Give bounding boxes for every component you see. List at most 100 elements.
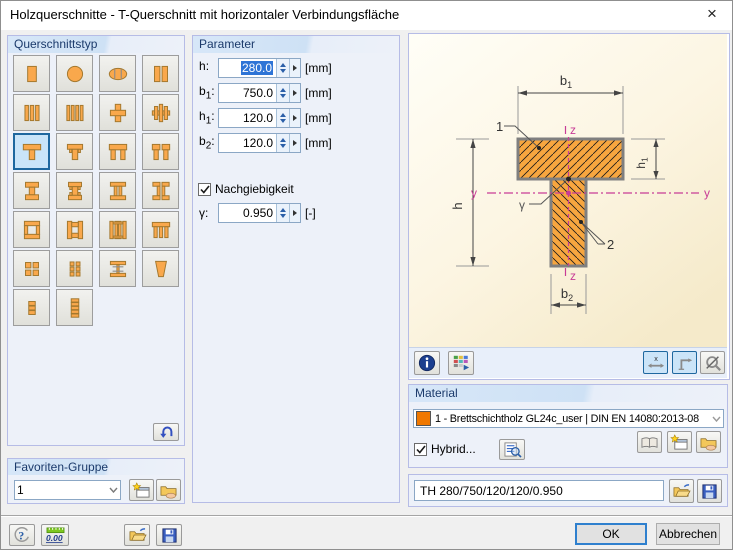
open-dialog-settings-button[interactable] — [124, 524, 150, 546]
parameter-row-b2: b2: 120.0 [mm] — [199, 133, 332, 153]
b2-unit: [mm] — [305, 136, 332, 150]
section-type-button[interactable] — [56, 133, 93, 170]
quad-plank-section-icon — [65, 104, 84, 121]
b1-input[interactable]: 750.0 — [219, 84, 276, 102]
section-type-button[interactable] — [13, 289, 50, 326]
folder-hand-icon — [160, 485, 177, 498]
load-section-button[interactable] — [669, 479, 694, 503]
section-type-button[interactable] — [13, 211, 50, 248]
undo-button[interactable] — [153, 423, 179, 441]
section-type-button[interactable] — [99, 55, 136, 92]
h1-value: 120.0 — [242, 111, 273, 125]
part-2-label: 2 — [607, 237, 614, 252]
section-type-button[interactable] — [13, 172, 50, 209]
save-section-button[interactable] — [697, 479, 722, 503]
favorites-panel: Favoriten-Gruppe 1 — [7, 458, 185, 504]
axis-y-right-label: y — [704, 186, 710, 200]
ok-button[interactable]: OK — [575, 523, 647, 545]
edit-material-button[interactable] — [696, 431, 721, 453]
spin-down-icon — [280, 94, 286, 98]
spin-up-icon — [280, 138, 286, 142]
axis-z-bottom-label: z — [570, 269, 576, 283]
dimension-x-toggle[interactable]: x — [643, 351, 668, 374]
new-material-button[interactable] — [667, 431, 692, 453]
material-library-button[interactable] — [637, 431, 662, 453]
material-panel: Material 1 - Brettschichtholz GL24c_user… — [408, 384, 728, 468]
folder-hand-icon — [700, 437, 717, 450]
i-section-icon — [24, 181, 39, 200]
section-type-grid — [13, 55, 181, 326]
svg-text:x: x — [654, 354, 658, 363]
section-name-input[interactable]: TH 280/750/120/120/0.950 — [414, 480, 664, 501]
save-dialog-settings-button[interactable] — [156, 524, 182, 546]
stacked-plank-short-section-icon — [27, 300, 36, 315]
gamma-spinner[interactable] — [276, 204, 289, 222]
arrow-right-icon — [293, 65, 297, 71]
segmented-ellipse-section-icon — [108, 67, 127, 80]
section-type-button[interactable] — [56, 289, 93, 326]
section-type-button[interactable] — [142, 211, 179, 248]
decimal-places-button[interactable]: 0.00 — [41, 524, 69, 546]
material-select[interactable]: 1 - Brettschichtholz GL24c_user | DIN EN… — [413, 409, 724, 428]
h-input[interactable]: 280.0 — [219, 59, 276, 77]
section-type-button[interactable] — [56, 211, 93, 248]
arrow-right-icon — [293, 210, 297, 216]
window-title: Holzquerschnitte - T-Querschnitt mit hor… — [10, 7, 400, 22]
gamma-input[interactable]: 0.950 — [219, 204, 276, 222]
help-button[interactable]: ? — [9, 524, 35, 546]
section-type-button[interactable] — [13, 94, 50, 131]
u-section-icon — [108, 143, 127, 160]
b2-input[interactable]: 120.0 — [219, 134, 276, 152]
rectangle-section-icon — [26, 65, 37, 82]
section-type-button[interactable] — [142, 55, 179, 92]
gamma-options-button[interactable] — [289, 204, 300, 222]
b1-options-button[interactable] — [289, 84, 300, 102]
manage-favorites-button[interactable] — [156, 479, 181, 501]
section-type-button[interactable] — [56, 250, 93, 287]
h1-input[interactable]: 120.0 — [219, 109, 276, 127]
dimension-axes-toggle[interactable] — [672, 351, 697, 374]
close-icon[interactable]: × — [697, 2, 727, 26]
cancel-button[interactable]: Abbrechen — [656, 523, 720, 545]
spin-up-icon — [280, 63, 286, 67]
section-type-button[interactable] — [99, 133, 136, 170]
b2-options-button[interactable] — [289, 134, 300, 152]
h1-options-button[interactable] — [289, 109, 300, 127]
h-options-button[interactable] — [289, 59, 300, 77]
section-type-button[interactable] — [99, 211, 136, 248]
material-color-swatch — [416, 411, 431, 426]
zoom-disabled-button[interactable] — [700, 351, 725, 374]
color-scale-button[interactable] — [448, 351, 474, 375]
h1-spinner[interactable] — [276, 109, 289, 127]
help-icon: ? — [14, 527, 29, 543]
hybrid-checkbox[interactable] — [414, 442, 427, 456]
section-type-button[interactable] — [56, 172, 93, 209]
section-type-button[interactable] — [56, 94, 93, 131]
h-spinner[interactable] — [276, 59, 289, 77]
gamma-value: 0.950 — [242, 206, 273, 220]
b1-spinner[interactable] — [276, 84, 289, 102]
elbow-arrow-icon — [678, 357, 692, 370]
section-type-button[interactable] — [142, 172, 179, 209]
section-type-button[interactable] — [99, 94, 136, 131]
gamma-point-label: γ — [519, 198, 525, 212]
material-details-button[interactable] — [499, 439, 525, 460]
section-type-button-selected[interactable] — [13, 133, 50, 170]
section-type-button[interactable] — [56, 55, 93, 92]
section-type-button[interactable] — [13, 55, 50, 92]
info-button[interactable] — [414, 351, 440, 375]
checkmark-icon — [415, 445, 426, 454]
b2-spinner[interactable] — [276, 134, 289, 152]
field-label: h — [199, 59, 206, 74]
section-type-button[interactable] — [13, 250, 50, 287]
section-type-button[interactable] — [142, 94, 179, 131]
favorites-group-select[interactable]: 1 — [14, 480, 121, 500]
nachgiebigkeit-checkbox[interactable] — [198, 182, 211, 196]
section-type-panel-title: Querschnittstyp — [8, 36, 184, 53]
section-type-button[interactable] — [99, 172, 136, 209]
new-favorites-group-button[interactable] — [129, 479, 154, 501]
section-type-button[interactable] — [99, 250, 136, 287]
section-type-button[interactable] — [142, 250, 179, 287]
arrow-right-icon — [293, 140, 297, 146]
section-type-button[interactable] — [142, 133, 179, 170]
